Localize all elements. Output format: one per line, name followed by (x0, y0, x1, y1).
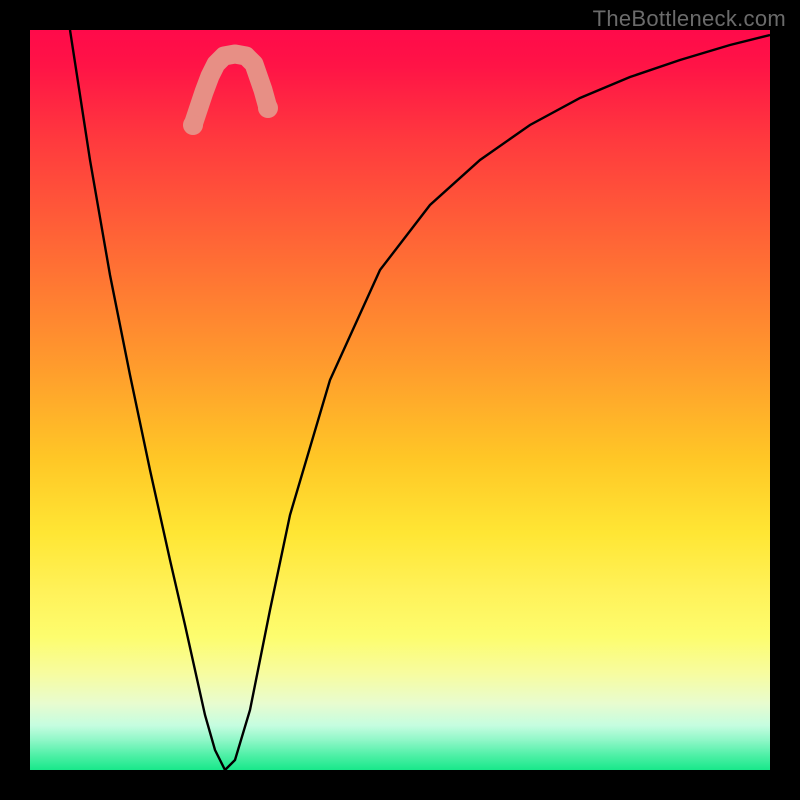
marker-blob (193, 54, 268, 125)
marker-endpoint (183, 115, 203, 135)
chart-frame: TheBottleneck.com (0, 0, 800, 800)
plot-area (30, 30, 770, 770)
marker-cluster (183, 54, 278, 135)
watermark-text: TheBottleneck.com (593, 6, 786, 32)
marker-endpoint (258, 98, 278, 118)
bottleneck-curve (70, 30, 770, 770)
curve-layer (30, 30, 770, 770)
